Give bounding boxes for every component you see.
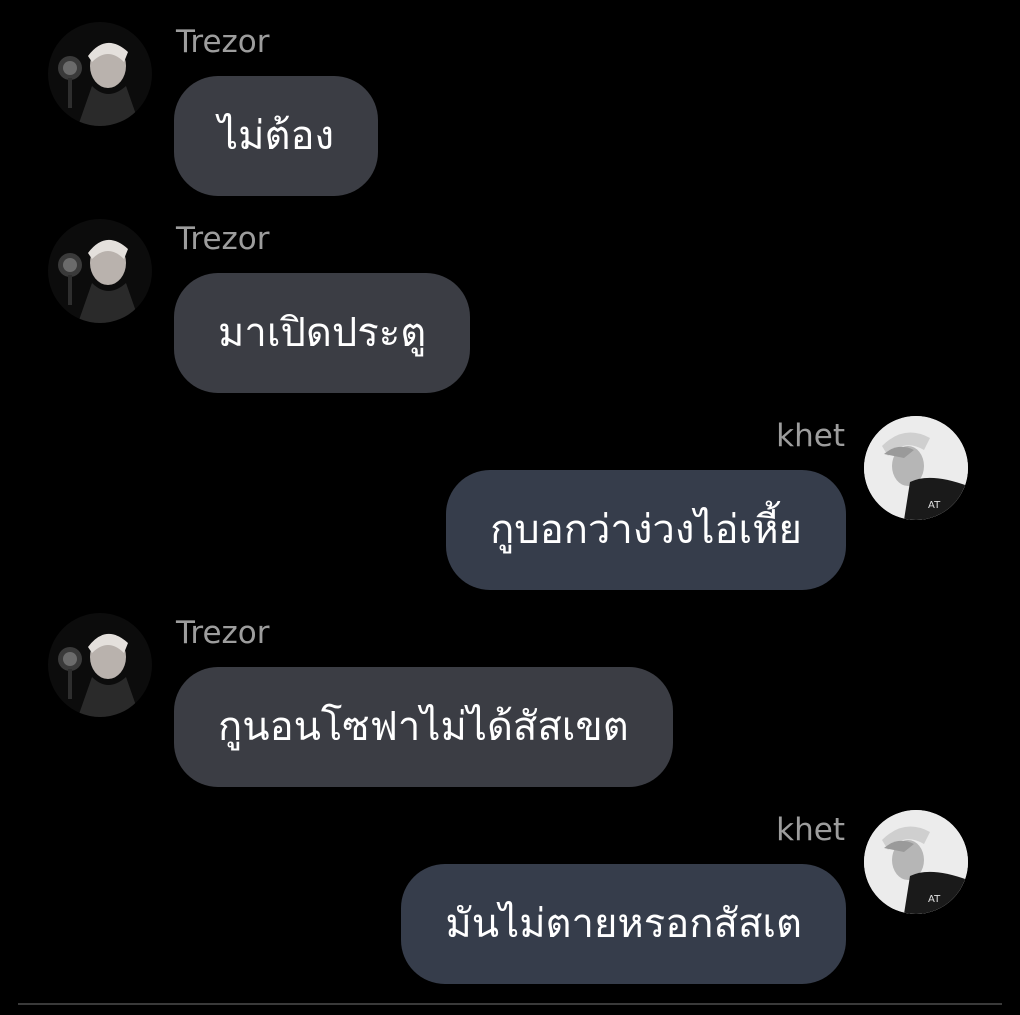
avatar-image: AT — [864, 416, 968, 520]
message-row: AT khet มันไม่ตายหรอกสัสเต — [0, 794, 1020, 984]
message-bubble[interactable]: มาเปิดประตู — [174, 273, 471, 393]
bottom-divider — [18, 1003, 1002, 1005]
avatar-khet[interactable]: AT — [864, 416, 968, 520]
message-bubble[interactable]: มันไม่ตายหรอกสัสเต — [401, 864, 846, 984]
svg-text:AT: AT — [928, 894, 941, 905]
sender-name: Trezor — [176, 615, 270, 651]
avatar-image — [48, 219, 152, 323]
message-bubble[interactable]: กูบอกว่าง่วงไอ่เหี้ย — [446, 470, 846, 590]
avatar-khet[interactable]: AT — [864, 810, 968, 914]
sender-name: Trezor — [176, 24, 270, 60]
avatar-image: AT — [864, 810, 968, 914]
avatar-image — [48, 22, 152, 126]
message-bubble[interactable]: ไม่ต้อง — [174, 76, 379, 196]
chat-thread: Trezor ไม่ต้อง Trezor มาเปิดประตู AT khe… — [0, 0, 1020, 1015]
sender-name: Trezor — [176, 221, 270, 257]
sender-name: khet — [776, 812, 845, 848]
avatar-trezor[interactable] — [48, 219, 152, 323]
svg-text:AT: AT — [928, 500, 941, 511]
message-row: AT khet กูบอกว่าง่วงไอ่เหี้ย — [0, 400, 1020, 590]
avatar-trezor[interactable] — [48, 613, 152, 717]
message-row: Trezor กูนอนโซฟาไม่ได้สัสเขต — [0, 591, 1020, 787]
message-bubble[interactable]: กูนอนโซฟาไม่ได้สัสเขต — [174, 667, 673, 787]
message-row: Trezor ไม่ต้อง — [0, 0, 1020, 196]
avatar-image — [48, 613, 152, 717]
avatar-trezor[interactable] — [48, 22, 152, 126]
message-row: Trezor มาเปิดประตู — [0, 197, 1020, 393]
sender-name: khet — [776, 418, 845, 454]
